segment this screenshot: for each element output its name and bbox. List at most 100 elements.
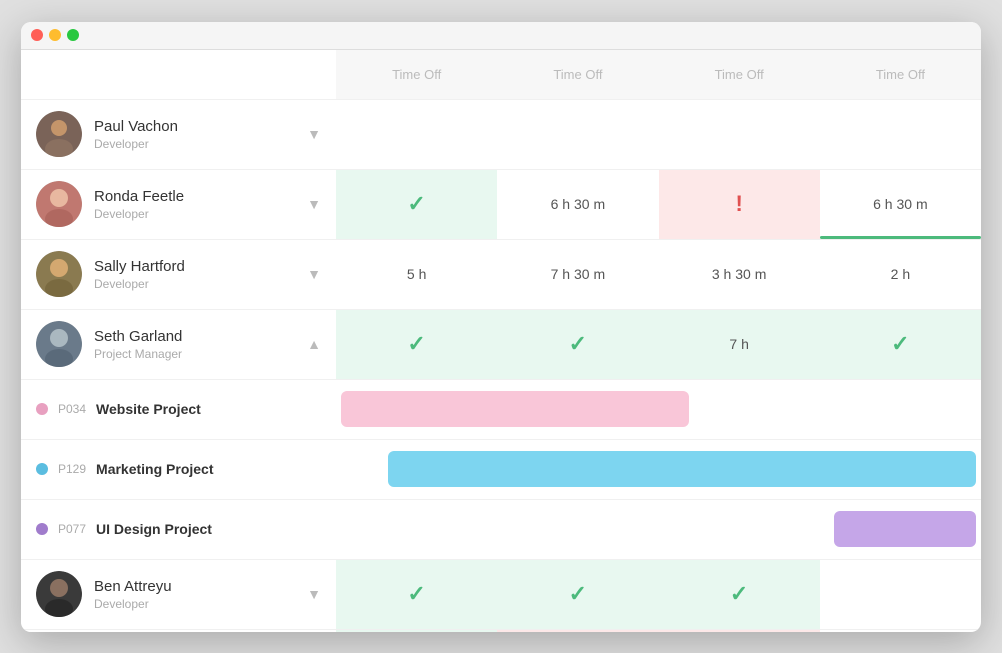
chevron-icon[interactable]: ▼ xyxy=(307,126,321,142)
project-id: P034 xyxy=(58,402,86,416)
person-ben-attreyu: Ben Attreyu Developer ▼ xyxy=(21,560,336,629)
check-icon: ✓ xyxy=(407,191,425,217)
person-info: Seth Garland Project Manager xyxy=(94,328,295,361)
main-window: Time Off Time Off Time Off Time Off xyxy=(21,22,981,632)
project-bar-area xyxy=(336,439,981,499)
data-cell: ✓ xyxy=(336,560,497,629)
person-paul-vachon: Paul Vachon Developer ▼ xyxy=(21,100,336,169)
person-role: Project Manager xyxy=(94,347,295,361)
data-cell: ! xyxy=(659,170,820,239)
data-cell: 2 h xyxy=(820,240,981,309)
table-row: Sean Locke Developer ▼ ✓ ! ! xyxy=(21,630,981,632)
table-row: Seth Garland Project Manager ▲ ✓ ✓ 7 h ✓ xyxy=(21,310,981,380)
data-cell: 7 h xyxy=(659,310,820,379)
data-cell xyxy=(820,100,981,169)
minimize-dot[interactable] xyxy=(49,29,61,41)
project-name: Marketing Project xyxy=(96,461,213,477)
person-sean-locke: Sean Locke Developer ▼ xyxy=(21,630,336,632)
maximize-dot[interactable] xyxy=(67,29,79,41)
project-id: P077 xyxy=(58,522,86,536)
check-icon: ✓ xyxy=(569,581,587,607)
data-cell xyxy=(497,100,658,169)
person-sally-hartford: Sally Hartford Developer ▼ xyxy=(21,240,336,309)
check-icon: ✓ xyxy=(407,581,425,607)
data-cell: 6 h 30 m xyxy=(497,170,658,239)
person-name: Ronda Feetle xyxy=(94,188,295,205)
titlebar xyxy=(21,22,981,50)
data-cell xyxy=(820,560,981,629)
project-name: UI Design Project xyxy=(96,521,212,537)
project-label-uidesign: P077 UI Design Project xyxy=(21,521,336,537)
check-icon: ✓ xyxy=(891,331,909,357)
person-name: Ben Attreyu xyxy=(94,578,295,595)
data-cell xyxy=(659,100,820,169)
data-cell: 5 h xyxy=(336,240,497,309)
website-project-bar xyxy=(341,391,689,427)
chevron-icon[interactable]: ▲ xyxy=(307,336,321,352)
project-row: P077 UI Design Project xyxy=(21,500,981,560)
chevron-icon[interactable]: ▼ xyxy=(307,266,321,282)
content-area: Time Off Time Off Time Off Time Off xyxy=(21,50,981,632)
project-bar-area xyxy=(336,499,981,559)
project-row: P034 Website Project xyxy=(21,380,981,440)
header-col-2: Time Off xyxy=(497,50,658,99)
data-cell: ✓ xyxy=(336,630,497,632)
green-bar xyxy=(820,236,981,239)
person-role: Developer xyxy=(94,137,295,151)
project-bar-area xyxy=(336,379,981,439)
project-name: Website Project xyxy=(96,401,201,417)
table-row: Ben Attreyu Developer ▼ ✓ ✓ ✓ xyxy=(21,560,981,630)
check-icon: ✓ xyxy=(407,331,425,357)
person-info: Ben Attreyu Developer xyxy=(94,578,295,611)
avatar xyxy=(36,571,82,617)
person-info: Sally Hartford Developer xyxy=(94,258,295,291)
data-cell: 3 h 30 m xyxy=(659,240,820,309)
header-row: Time Off Time Off Time Off Time Off xyxy=(21,50,981,100)
data-cell xyxy=(336,100,497,169)
header-col-4: Time Off xyxy=(820,50,981,99)
data-cell: 6 h 30 m xyxy=(820,170,981,239)
person-info: Paul Vachon Developer xyxy=(94,118,295,151)
exclamation-icon: ! xyxy=(735,191,742,217)
chevron-icon[interactable]: ▼ xyxy=(307,586,321,602)
schedule-table: Time Off Time Off Time Off Time Off xyxy=(21,50,981,632)
data-cell: ✓ xyxy=(659,560,820,629)
uidesign-project-bar xyxy=(834,511,976,547)
data-cell: ✓ xyxy=(497,560,658,629)
person-role: Developer xyxy=(94,207,295,221)
data-cell: ✓ xyxy=(497,310,658,379)
header-col-3: Time Off xyxy=(659,50,820,99)
data-cell: ! xyxy=(497,630,658,632)
project-color-dot xyxy=(36,403,48,415)
person-name: Seth Garland xyxy=(94,328,295,345)
person-name: Sally Hartford xyxy=(94,258,295,275)
person-seth-garland: Seth Garland Project Manager ▲ xyxy=(21,310,336,379)
person-role: Developer xyxy=(94,597,295,611)
check-icon: ✓ xyxy=(730,581,748,607)
avatar xyxy=(36,251,82,297)
data-cell: 7 h 30 m xyxy=(497,240,658,309)
avatar xyxy=(36,321,82,367)
marketing-project-bar xyxy=(388,451,976,487)
person-ronda-feetle: Ronda Feetle Developer ▼ xyxy=(21,170,336,239)
check-icon: ✓ xyxy=(569,331,587,357)
data-cell: ✓ xyxy=(336,170,497,239)
header-person-cell xyxy=(21,50,336,99)
person-info: Ronda Feetle Developer xyxy=(94,188,295,221)
chevron-icon[interactable]: ▼ xyxy=(307,196,321,212)
project-color-dot xyxy=(36,523,48,535)
table-row: Ronda Feetle Developer ▼ ✓ 6 h 30 m ! 6 … xyxy=(21,170,981,240)
data-cell: ! xyxy=(659,630,820,632)
table-row: Sally Hartford Developer ▼ 5 h 7 h 30 m … xyxy=(21,240,981,310)
project-id: P129 xyxy=(58,462,86,476)
data-cell xyxy=(820,630,981,632)
project-label-website: P034 Website Project xyxy=(21,401,336,417)
close-dot[interactable] xyxy=(31,29,43,41)
project-label-marketing: P129 Marketing Project xyxy=(21,461,336,477)
person-name: Paul Vachon xyxy=(94,118,295,135)
data-cell: ✓ xyxy=(336,310,497,379)
avatar xyxy=(36,111,82,157)
avatar xyxy=(36,181,82,227)
table-row: Paul Vachon Developer ▼ xyxy=(21,100,981,170)
person-role: Developer xyxy=(94,277,295,291)
